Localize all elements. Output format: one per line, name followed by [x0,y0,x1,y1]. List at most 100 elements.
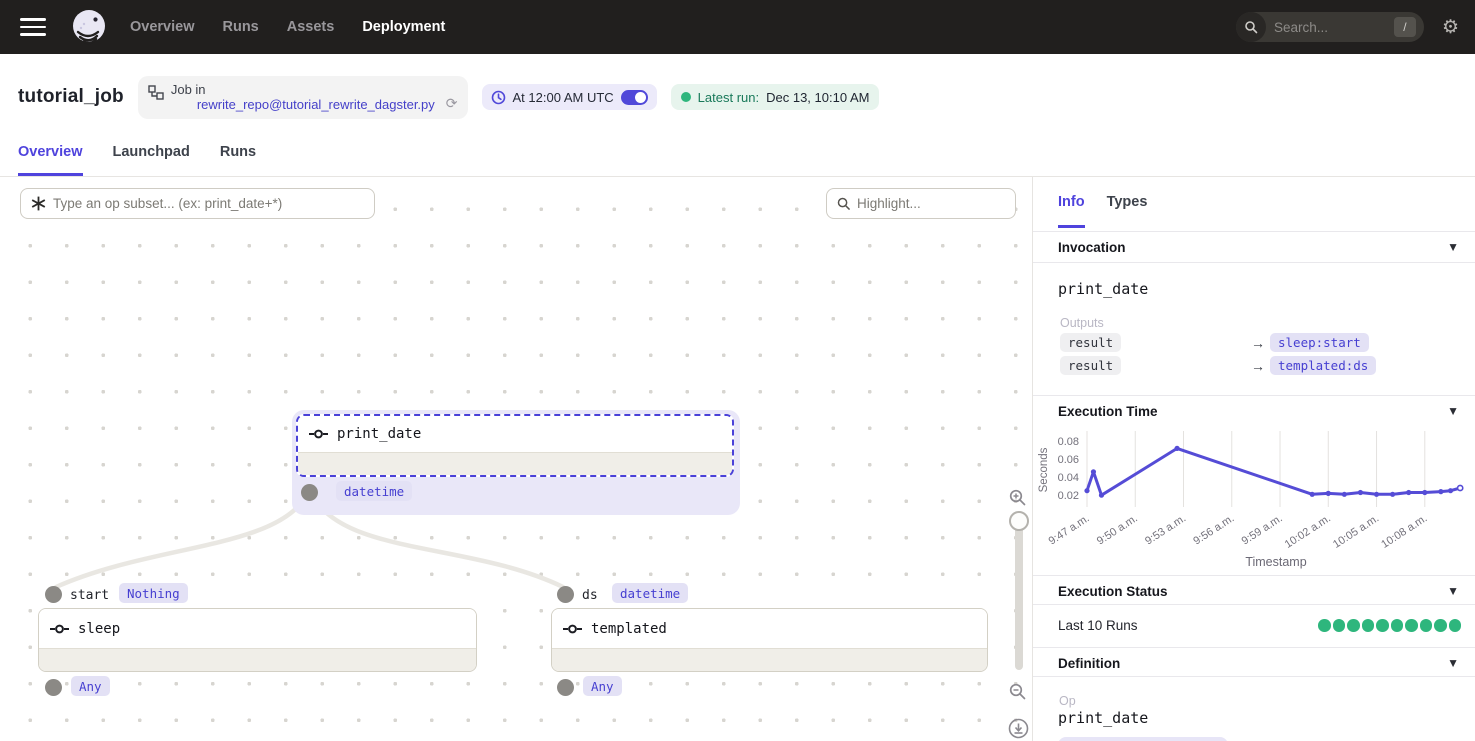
execution-time-chart: 9:47 a.m.9:50 a.m.9:53 a.m.9:56 a.m.9:59… [1035,424,1475,575]
nav-runs[interactable]: Runs [223,19,259,35]
sleep-input-port[interactable] [45,586,62,603]
section-title: Execution Time [1058,404,1447,419]
node-print-date[interactable]: print_date [296,414,734,477]
highlight-input[interactable]: Highlight... [826,188,1016,219]
run-status-dot[interactable] [1449,619,1462,632]
templated-input-type[interactable]: datetime [612,583,688,603]
section-execution-time[interactable]: Execution Time ▼ [1033,396,1475,426]
section-execution-status[interactable]: Execution Status ▼ [1033,576,1475,606]
job-repo-badge[interactable]: Job in rewrite_repo@tutorial_rewrite_dag… [138,76,468,119]
fit-view-icon[interactable] [1008,718,1029,739]
latest-run-value: Dec 13, 10:10 AM [766,90,869,105]
op-subset-placeholder: Type an op subset... (ex: print_date+*) [53,196,282,211]
schedule-text: At 12:00 AM UTC [513,90,614,105]
svg-text:9:59 a.m.: 9:59 a.m. [1240,512,1285,547]
svg-text:10:02 a.m.: 10:02 a.m. [1283,512,1333,550]
svg-text:0.02: 0.02 [1058,490,1079,502]
node-label: sleep [78,621,120,637]
zoom-out-icon[interactable] [1009,683,1026,700]
schedule-badge: At 12:00 AM UTC [482,84,657,110]
run-status-dot[interactable] [1376,619,1389,632]
run-status-dot[interactable] [1391,619,1404,632]
definition-op-name: print_date [1058,709,1148,727]
hamburger-menu-icon[interactable] [20,18,46,36]
node-sleep[interactable]: sleep [38,608,477,672]
last-runs-row: Last 10 Runs [1033,604,1475,647]
last-runs-label: Last 10 Runs [1058,618,1318,633]
svg-text:10:05 a.m.: 10:05 a.m. [1331,512,1381,550]
svg-text:9:53 a.m.: 9:53 a.m. [1143,512,1188,547]
chevron-down-icon: ▼ [1447,404,1459,418]
node-strip [552,648,987,671]
tab-runs[interactable]: Runs [220,140,256,176]
op-graph-canvas[interactable]: Type an op subset... (ex: print_date+*) … [0,177,1032,741]
op-details-sidebar: Info Types Invocation ▼ print_date Outpu… [1032,177,1475,741]
op-subset-input[interactable]: Type an op subset... (ex: print_date+*) [20,188,375,219]
op-icon [563,624,582,634]
definition-job-badge[interactable] [1058,737,1228,741]
op-selector-icon [31,196,46,211]
section-invocation[interactable]: Invocation ▼ [1033,232,1475,262]
sleep-output-type[interactable]: Any [71,676,110,696]
chevron-down-icon: ▼ [1447,656,1459,670]
run-status-dot[interactable] [1405,619,1418,632]
schedule-toggle[interactable] [621,90,648,105]
run-status-dots[interactable] [1318,619,1461,632]
print-date-output-port[interactable] [301,484,318,501]
output-row: result → templated:ds [1060,356,1459,375]
global-search-input[interactable]: Search... / [1236,12,1424,42]
svg-text:Seconds: Seconds [1038,447,1050,492]
nav-deployment[interactable]: Deployment [362,19,445,35]
clock-icon [491,90,506,105]
zoom-slider-track[interactable] [1015,512,1023,670]
print-date-output-type[interactable]: datetime [336,481,412,501]
templated-output-port[interactable] [557,679,574,696]
output-name-badge: result [1060,356,1121,375]
sidebar-tab-types[interactable]: Types [1107,190,1148,228]
tab-overview[interactable]: Overview [18,140,83,176]
sleep-input-type[interactable]: Nothing [119,583,188,603]
run-status-dot[interactable] [1347,619,1360,632]
section-title: Invocation [1058,240,1447,255]
job-graph-icon [148,84,164,101]
svg-text:9:50 a.m.: 9:50 a.m. [1095,512,1140,547]
section-definition[interactable]: Definition ▼ [1033,648,1475,678]
top-nav: Overview Runs Assets Deployment Search..… [0,0,1475,54]
invocation-op-name: print_date [1058,280,1148,298]
sleep-output-port[interactable] [45,679,62,696]
op-icon [50,624,69,634]
search-icon [1236,12,1266,42]
nav-assets[interactable]: Assets [287,19,335,35]
job-repo-link[interactable]: rewrite_repo@tutorial_rewrite_dagster.py [197,97,435,112]
node-label: templated [591,621,667,637]
run-status-dot[interactable] [1333,619,1346,632]
output-target-badge[interactable]: templated:ds [1270,356,1376,375]
templated-output-type[interactable]: Any [583,676,622,696]
node-templated[interactable]: templated [551,608,988,672]
run-status-dot[interactable] [1318,619,1331,632]
search-placeholder: Search... [1274,20,1394,35]
latest-run-badge[interactable]: Latest run: Dec 13, 10:10 AM [671,84,880,110]
zoom-slider-knob[interactable] [1009,511,1029,531]
latest-run-label: Latest run: [698,90,759,105]
templated-input-port[interactable] [557,586,574,603]
arrow-right-icon: → [1251,335,1265,351]
job-in-label: Job in [171,82,435,97]
refresh-icon[interactable]: ⟳ [446,95,458,112]
sidebar-tab-info[interactable]: Info [1058,190,1085,228]
sleep-input-name: start [70,588,109,603]
run-status-dot[interactable] [1420,619,1433,632]
output-row: result → sleep:start [1060,333,1459,352]
chevron-down-icon: ▼ [1447,584,1459,598]
highlight-placeholder: Highlight... [857,196,921,211]
dagster-logo-icon[interactable] [70,8,108,46]
output-target-badge[interactable]: sleep:start [1270,333,1369,352]
zoom-in-icon[interactable] [1009,489,1026,506]
run-status-dot[interactable] [1434,619,1447,632]
nav-overview[interactable]: Overview [130,19,195,35]
settings-gear-icon[interactable]: ⚙ [1442,18,1459,37]
run-status-dot[interactable] [1362,619,1375,632]
tab-launchpad[interactable]: Launchpad [113,140,190,176]
templated-input-name: ds [582,588,598,603]
node-strip [39,648,476,671]
